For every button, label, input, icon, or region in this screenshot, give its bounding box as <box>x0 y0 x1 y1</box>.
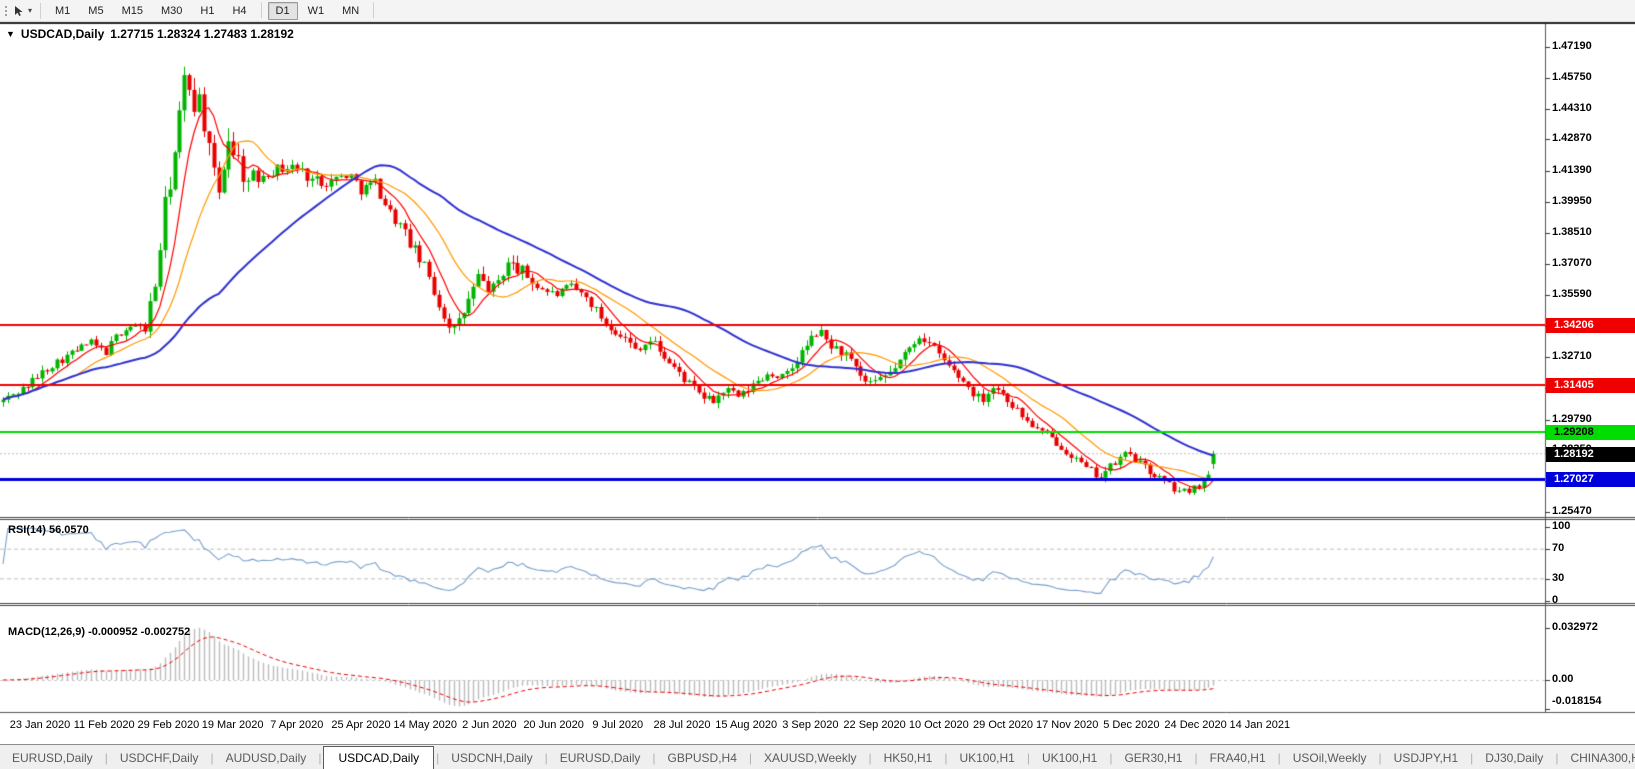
date-axis-label: 19 Mar 2020 <box>201 719 264 731</box>
current-price-label: 1.28192 <box>1546 446 1635 462</box>
rsi-axis-tick: 30 <box>1552 571 1565 584</box>
date-axis-label: 15 Aug 2020 <box>715 719 778 731</box>
timeframe-button-group: M1 M5 M15 M30 H1 H4 D1 W1 MN <box>46 1 379 20</box>
rsi-axis-tick: 100 <box>1552 520 1571 532</box>
symbol-collapse-icon[interactable]: ▼ <box>6 29 15 39</box>
timeframe-toolbar: ▾ M1 M5 M15 M30 H1 H4 D1 W1 MN <box>0 0 1635 22</box>
chart-tab-usdcad-daily[interactable]: USDCAD,Daily <box>323 746 435 769</box>
ohlc-values: 1.27715 1.28324 1.27483 1.28192 <box>110 27 294 41</box>
date-axis-label: 23 Jan 2020 <box>9 719 71 731</box>
tab-separator: | <box>318 750 322 765</box>
chart-tab-dj30-daily[interactable]: DJ30,Daily <box>1473 748 1555 769</box>
date-axis-label: 9 Jul 2020 <box>592 719 644 731</box>
chart-canvas[interactable] <box>0 0 1635 769</box>
price-axis-tick: 1.32710 <box>1552 350 1592 362</box>
price-axis-tick: 1.38510 <box>1552 225 1592 238</box>
date-axis-label: 7 Apr 2020 <box>270 719 324 731</box>
chart-tab-gbpusd-h4[interactable]: GBPUSD,H4 <box>656 748 749 769</box>
tabs-host: EURUSD,Daily | USDCHF,Daily | AUDUSD,Daily | U… <box>0 746 1635 769</box>
price-axis-tick: 1.25470 <box>1552 505 1592 517</box>
price-axis-tick: 1.44310 <box>1552 101 1592 114</box>
date-axis-label: 2 Jun 2020 <box>462 719 517 731</box>
date-axis-label: 25 Apr 2020 <box>331 719 391 731</box>
chart-tab-china300-h1[interactable]: CHINA300,H1 <box>1558 748 1635 769</box>
chart-tab-hk50-h1[interactable]: HK50,H1 <box>872 748 945 769</box>
macd-axis-tick: 0.032972 <box>1552 620 1598 633</box>
timeframe-button-w1[interactable]: W1 <box>300 2 333 20</box>
timeframe-button-h1[interactable]: H1 <box>192 2 222 20</box>
timeframe-button-mn[interactable]: MN <box>334 2 367 20</box>
chart-tab-eurusd-daily[interactable]: EURUSD,Daily <box>548 748 653 769</box>
price-axis-tick: 1.45750 <box>1552 70 1592 83</box>
macd-axis-tick: -0.018154 <box>1552 695 1602 707</box>
toolbar-separator <box>260 1 262 18</box>
cursor-tool-icon[interactable] <box>14 5 25 17</box>
date-axis-label: 29 Oct 2020 <box>973 719 1033 731</box>
price-axis-tick: 1.37070 <box>1552 256 1592 269</box>
chart-tab-bar: EURUSD,Daily | USDCHF,Daily | AUDUSD,Daily | U… <box>0 744 1635 769</box>
hline-price-label-1.31405[interactable]: 1.31405 <box>1546 377 1635 393</box>
chart-tab-usoil-weekly[interactable]: USOil,Weekly <box>1281 748 1379 769</box>
price-axis-tick: 1.47190 <box>1552 40 1592 52</box>
rsi-axis-tick: 0 <box>1552 594 1559 606</box>
macd-axis-tick: 0.00 <box>1552 673 1574 685</box>
chart-tab-ger30-h1[interactable]: GER30,H1 <box>1112 748 1194 769</box>
chart-tab-audusd-daily[interactable]: AUDUSD,Daily <box>214 748 319 769</box>
date-axis-label: 29 Feb 2020 <box>137 719 200 731</box>
date-axis-label: 10 Oct 2020 <box>908 719 969 731</box>
timeframe-button-m30[interactable]: M30 <box>153 2 190 20</box>
toolbar-drag-handle[interactable] <box>3 3 8 18</box>
date-axis-label: 17 Nov 2020 <box>1035 719 1099 731</box>
chart-title: ▼ USDCAD,Daily 1.27715 1.28324 1.27483 1… <box>6 27 294 41</box>
timeframe-button-d1[interactable]: D1 <box>267 1 298 20</box>
date-axis-label: 22 Sep 2020 <box>843 719 906 731</box>
date-axis-label: 28 Jul 2020 <box>653 719 711 731</box>
price-axis-tick: 1.41390 <box>1552 164 1592 177</box>
chart-tab-xauusd-weekly[interactable]: XAUUSD,Weekly <box>752 748 868 769</box>
chart-tab-uk100-h1[interactable]: UK100,H1 <box>1030 748 1109 769</box>
mt4-window: ▾ M1 M5 M15 M30 H1 H4 D1 W1 MN ▼ USDCAD,Daily 1.… <box>0 0 1635 769</box>
hline-price-label-1.27027[interactable]: 1.27027 <box>1546 471 1635 487</box>
toolbar-separator <box>373 1 375 18</box>
price-axis-tick: 1.42870 <box>1552 132 1592 145</box>
rsi-axis-tick: 70 <box>1552 542 1565 555</box>
cursor-dropdown-caret-icon[interactable]: ▾ <box>28 6 32 15</box>
chart-tab-usdjpy-h1[interactable]: USDJPY,H1 <box>1382 748 1470 769</box>
date-axis-label: 3 Sep 2020 <box>782 719 839 731</box>
timeframe-button-m15[interactable]: M15 <box>114 2 151 20</box>
timeframe-button-h4[interactable]: H4 <box>224 2 254 20</box>
price-axis-tick: 1.29790 <box>1552 412 1592 425</box>
macd-indicator-label: MACD(12,26,9) -0.000952 -0.002752 <box>8 626 191 638</box>
rsi-indicator-label: RSI(14) 56.0570 <box>8 524 89 536</box>
symbol-name: USDCAD,Daily <box>20 27 105 41</box>
timeframe-button-m1[interactable]: M1 <box>47 2 78 20</box>
hline-price-label-1.29208[interactable]: 1.29208 <box>1546 424 1635 440</box>
chart-tab-eurusd-daily[interactable]: EURUSD,Daily <box>0 748 105 769</box>
price-axis-tick: 1.39950 <box>1552 195 1592 207</box>
date-axis-label: 24 Dec 2020 <box>1164 719 1227 731</box>
chart-tab-fra40-h1[interactable]: FRA40,H1 <box>1198 748 1278 769</box>
chart-tab-usdchf-daily[interactable]: USDCHF,Daily <box>108 748 211 769</box>
chart-tab-usdcnh-daily[interactable]: USDCNH,Daily <box>439 748 544 769</box>
toolbar-separator <box>40 2 42 19</box>
date-axis-label: 14 May 2020 <box>393 719 457 731</box>
date-axis-label: 11 Feb 2020 <box>73 719 135 731</box>
date-axis-label: 14 Jan 2021 <box>1229 719 1291 731</box>
chart-tab-uk100-h1[interactable]: UK100,H1 <box>947 748 1026 769</box>
date-axis-label: 5 Dec 2020 <box>1103 719 1160 731</box>
timeframe-button-m5[interactable]: M5 <box>80 2 111 20</box>
price-axis-tick: 1.35590 <box>1552 288 1592 301</box>
date-axis-label: 20 Jun 2020 <box>523 719 584 731</box>
hline-price-label-1.34206[interactable]: 1.34206 <box>1546 317 1635 333</box>
